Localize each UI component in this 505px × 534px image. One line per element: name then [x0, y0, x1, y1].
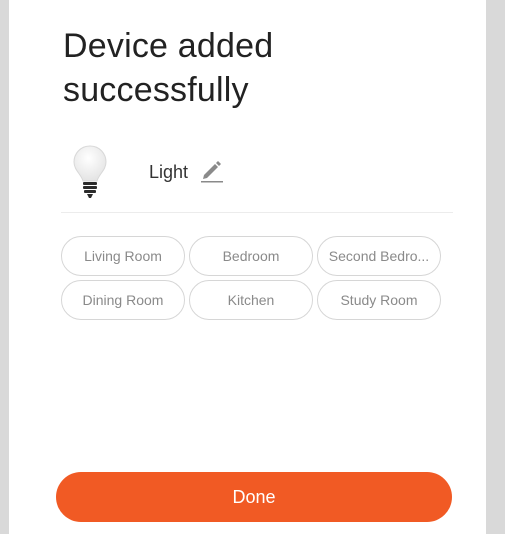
room-chip-bedroom[interactable]: Bedroom — [189, 236, 313, 276]
room-selector: Living Room Bedroom Second Bedro... Dini… — [61, 236, 453, 320]
room-chip-study-room[interactable]: Study Room — [317, 280, 441, 320]
room-chip-dining-room[interactable]: Dining Room — [61, 280, 185, 320]
room-chip-label: Kitchen — [227, 292, 275, 308]
page-title: Device added successfully — [63, 27, 274, 109]
room-chip-second-bedroom[interactable]: Second Bedro... — [317, 236, 441, 276]
device-row: Light — [61, 138, 453, 212]
room-chip-label: Study Room — [340, 292, 418, 308]
pencil-icon[interactable] — [200, 158, 224, 184]
room-chip-label: Bedroom — [222, 248, 280, 264]
done-button[interactable]: Done — [56, 472, 452, 522]
divider — [61, 212, 453, 213]
room-chip-living-room[interactable]: Living Room — [61, 236, 185, 276]
light-bulb-icon — [72, 144, 108, 200]
room-chip-kitchen[interactable]: Kitchen — [189, 280, 313, 320]
device-added-screen: Device added successfully Light Living R… — [9, 0, 486, 534]
device-name: Light — [149, 162, 189, 182]
room-chip-label: Dining Room — [82, 292, 164, 308]
room-chip-label: Living Room — [84, 248, 162, 264]
room-chip-label: Second Bedro... — [328, 248, 430, 264]
